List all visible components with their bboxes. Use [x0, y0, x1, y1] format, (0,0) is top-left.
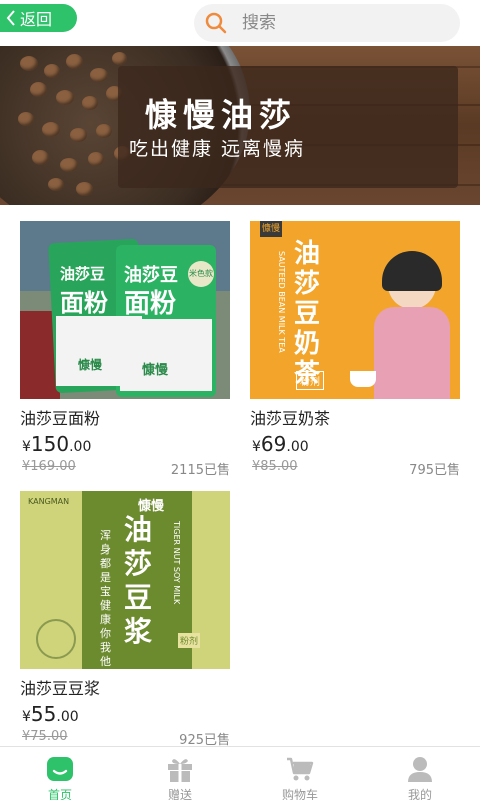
back-button[interactable]: 返回	[0, 4, 77, 32]
product-card-flour[interactable]: 油莎豆 面粉 油莎豆 面粉 米色款 慷慢 慷慢 油莎豆面粉 ¥150.00 ¥1…	[20, 221, 230, 479]
tab-home[interactable]: 首页	[0, 747, 120, 800]
search-icon	[205, 12, 227, 34]
packaging-slogan: 浑身都是宝	[100, 529, 111, 598]
tab-profile[interactable]: 我的	[360, 747, 480, 800]
home-icon	[47, 757, 73, 781]
tab-label: 首页	[47, 788, 72, 800]
product-original-price: ¥75.00	[22, 729, 68, 744]
tab-label: 我的	[407, 788, 432, 800]
tab-gift[interactable]: 赠送	[120, 747, 240, 800]
packaging-title: 油莎豆浆	[124, 513, 153, 648]
search-input[interactable]	[242, 13, 442, 33]
product-name: 油莎豆奶茶	[250, 409, 331, 428]
product-image: KANGMAN 慷慢 油莎豆浆 浑身都是宝 健康你我他 TIGER NUT SO…	[20, 491, 230, 669]
packaging-title: 油莎豆奶茶	[294, 239, 321, 389]
product-original-price: ¥85.00	[252, 459, 298, 474]
promo-banner[interactable]: 慷慢油莎 吃出健康 远离慢病	[0, 46, 480, 205]
packaging-brand: 慷慢	[78, 358, 103, 372]
product-card-soy-milk[interactable]: KANGMAN 慷慢 油莎豆浆 浑身都是宝 健康你我他 TIGER NUT SO…	[20, 491, 230, 748]
search-bar[interactable]	[194, 4, 460, 42]
banner-title: 慷慢油莎	[145, 96, 298, 134]
product-image: 油莎豆 面粉 油莎豆 面粉 米色款 慷慢 慷慢	[20, 221, 230, 399]
top-bar: 返回	[0, 0, 480, 46]
product-sold-count: 795已售	[409, 463, 460, 478]
tab-label: 赠送	[167, 788, 192, 800]
product-price: ¥55.00	[22, 702, 79, 726]
product-price: ¥69.00	[252, 432, 309, 456]
product-original-price: ¥169.00	[22, 459, 76, 474]
banner-subtitle: 吃出健康 远离慢病	[129, 138, 306, 160]
product-price: ¥150.00	[22, 432, 92, 456]
packaging-text: 面粉	[124, 289, 177, 319]
product-name: 油莎豆面粉	[20, 409, 101, 428]
packaging-form: 粉剂	[178, 633, 201, 648]
packaging-brand-en: KANGMAN	[28, 497, 70, 506]
packaging-slogan: 健康你我他	[100, 599, 111, 668]
packaging-brand: 慷慢	[138, 499, 165, 514]
product-name: 油莎豆豆浆	[20, 679, 101, 698]
bottom-tab-bar: 首页 赠送 购物车 我的	[0, 746, 480, 800]
packaging-brand: 慷慢	[142, 363, 169, 378]
product-card-milk-tea[interactable]: 慷慢 油莎豆奶茶 SAUTEED BEAN MILK TEA 粉剂 油莎豆奶茶 …	[250, 221, 460, 479]
packaging-text: 油莎豆	[60, 265, 106, 283]
user-icon	[408, 757, 432, 782]
packaging-brand: 慷慢	[260, 221, 282, 237]
packaging-english: SAUTEED BEAN MILK TEA	[277, 251, 286, 353]
cart-icon	[287, 757, 314, 781]
back-label: 返回	[20, 10, 53, 29]
product-image: 慷慢 油莎豆奶茶 SAUTEED BEAN MILK TEA 粉剂	[250, 221, 460, 399]
tab-label: 购物车	[281, 788, 318, 800]
packaging-text: 面粉	[60, 289, 108, 317]
packaging-badge: 米色款	[188, 261, 214, 287]
gift-icon	[168, 759, 192, 782]
tab-cart[interactable]: 购物车	[240, 747, 360, 800]
product-sold-count: 2115已售	[170, 463, 230, 478]
packaging-english: TIGER NUT SOY MILK	[172, 521, 181, 605]
chevron-left-icon	[6, 10, 15, 26]
packaging-form: 粉剂	[296, 371, 324, 390]
